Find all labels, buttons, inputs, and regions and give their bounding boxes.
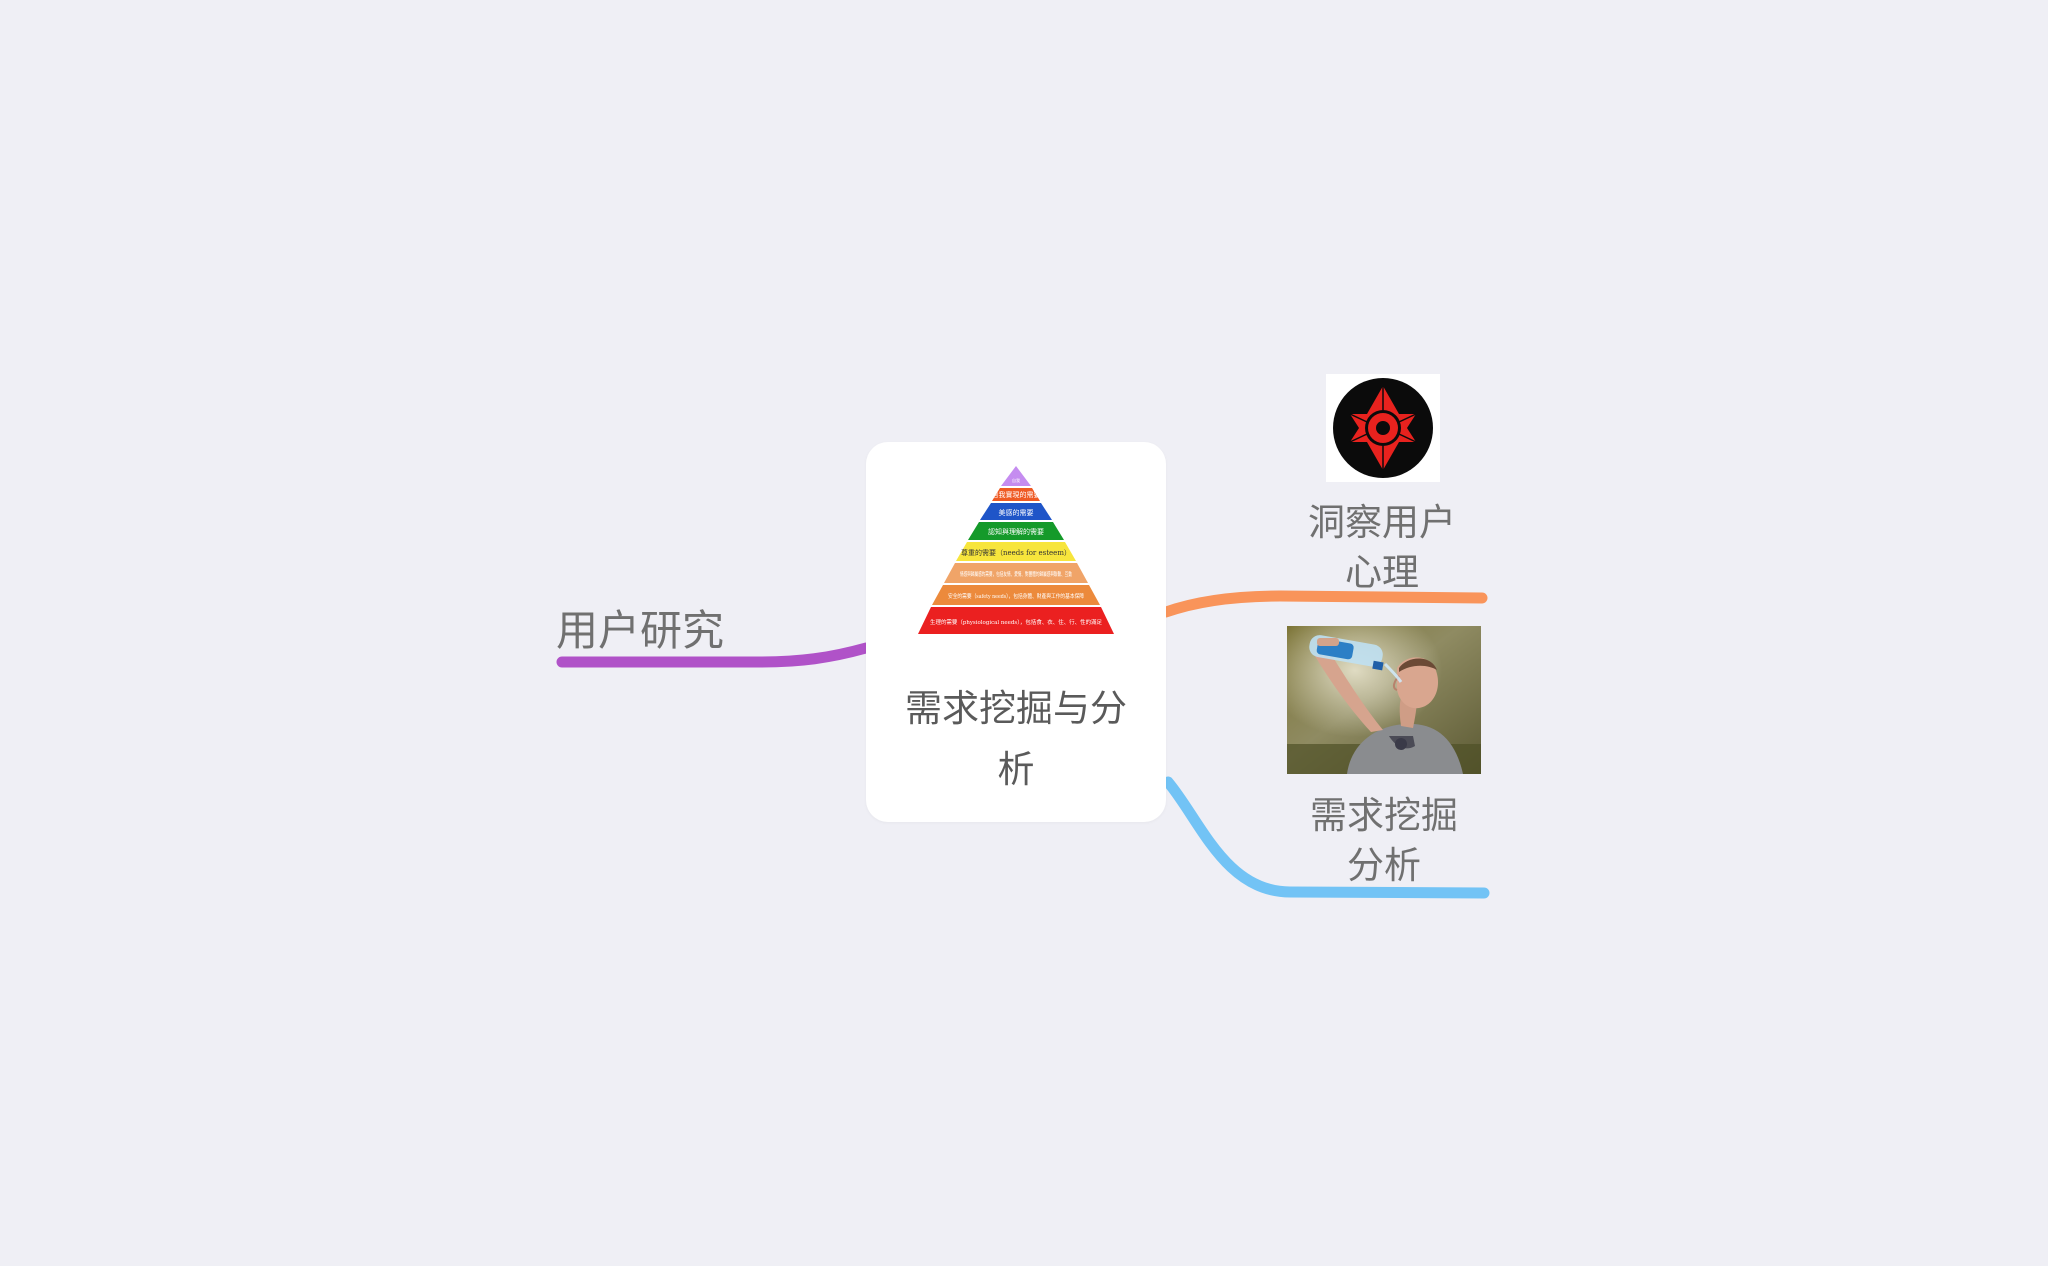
maslow-pyramid-image: 自我 自我實現的需要 美感的需要 認知與理解的需要 尊重的需要（needs fo… [918, 466, 1114, 634]
pyramid-level-2-text: 自我實現的需要 [992, 490, 1041, 499]
sharingan-icon [1326, 374, 1440, 482]
pyramid-level-4-text: 認知與理解的需要 [988, 527, 1044, 536]
pyramid-level-6-text: 情感與歸屬感的需要，包括友情、愛情、對團體的歸屬感與聯繫、互動 [960, 570, 1072, 578]
pyramid-level-7-text: 安全的需要（safety needs），包括身體、財產與工作的基本保障 [948, 592, 1084, 600]
topic-demand-mining-analysis[interactable]: 需求挖掘 分析 [1294, 791, 1474, 891]
man-drinking-water-photo [1287, 626, 1481, 774]
pyramid-level-5-text: 尊重的需要（needs for esteem） [961, 548, 1071, 557]
topic-insight-user-psychology[interactable]: 洞察用户 心理 [1292, 498, 1472, 598]
pyramid-level-8-text: 生理的需要（physiological needs），包括食、衣、住、行、性的滿… [930, 618, 1102, 626]
pyramid-level-1-text: 自我 [1012, 477, 1020, 483]
pyramid-level-3-text: 美感的需要 [999, 508, 1034, 517]
mindmap-canvas: 用户研究 自我 自我實現的需要 美感的需要 認知與理解的需要 尊重的需要（nee… [0, 0, 2048, 1266]
central-topic-title: 需求挖掘与分析 [905, 687, 1127, 791]
central-topic-node[interactable]: 自我 自我實現的需要 美感的需要 認知與理解的需要 尊重的需要（needs fo… [866, 442, 1166, 822]
pyramid-level-1 [1001, 466, 1031, 486]
branch-insight-psychology[interactable] [1160, 590, 1488, 618]
topic-user-research[interactable]: 用户研究 [556, 604, 756, 659]
